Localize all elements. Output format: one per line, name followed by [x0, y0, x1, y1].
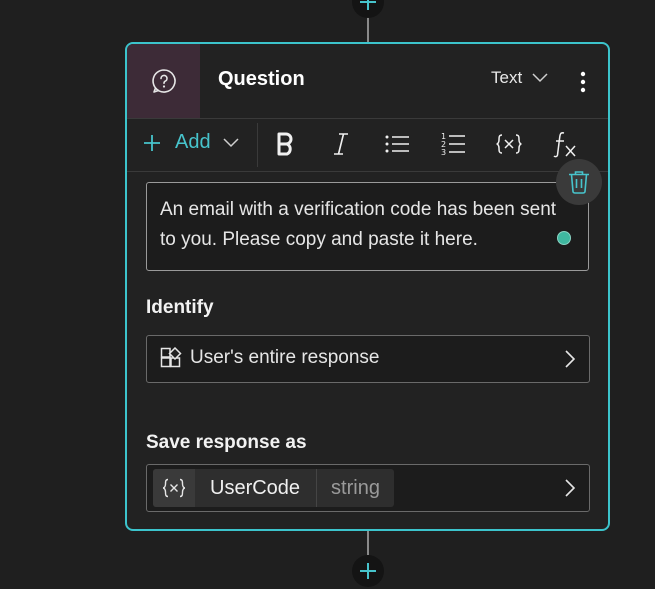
save-response-label: Save response as: [146, 432, 307, 453]
plus-icon: [144, 134, 160, 151]
italic-icon: [334, 133, 348, 155]
chevron-right-icon: [565, 479, 575, 497]
question-circle-icon: [151, 69, 176, 93]
plus-icon: [360, 563, 376, 579]
variable-name: UserCode: [195, 469, 318, 507]
card-header: Question Text: [127, 44, 608, 119]
response-type-select[interactable]: Text: [491, 68, 548, 88]
bullet-list-icon: [385, 135, 409, 153]
add-node-button-top[interactable]: [352, 0, 384, 18]
identify-select[interactable]: User's entire response: [146, 335, 590, 383]
status-indicator: [557, 231, 571, 245]
numbered-list-icon: 1 2 3: [441, 132, 465, 157]
entity-shapes-icon: [160, 347, 182, 368]
message-text: An email with a verification code has be…: [160, 199, 557, 250]
variable-icon: [496, 134, 522, 154]
authoring-canvas: Question Text Add 1 2 3 An email with a …: [0, 0, 655, 589]
response-type-value: Text: [491, 68, 523, 87]
question-node-card[interactable]: Question Text Add 1 2 3 An email with a …: [125, 42, 610, 531]
add-node-button-bottom[interactable]: [352, 555, 384, 587]
bullet-list-button[interactable]: [380, 127, 414, 161]
variable-icon-tile: [153, 469, 195, 507]
connector-line-bottom: [367, 529, 369, 555]
node-title: Question: [218, 68, 305, 90]
formula-icon: [553, 132, 576, 158]
add-label: Add: [175, 131, 211, 153]
plus-icon: [360, 0, 376, 10]
svg-text:3: 3: [441, 148, 446, 157]
toolbar-divider: [257, 123, 258, 167]
message-text-editor[interactable]: An email with a verification code has be…: [146, 182, 589, 271]
bold-button[interactable]: [268, 127, 302, 161]
insert-formula-button[interactable]: [548, 127, 582, 161]
more-vertical-icon: [580, 71, 586, 93]
more-options-button[interactable]: [573, 68, 593, 96]
insert-variable-button[interactable]: [492, 127, 526, 161]
formatting-toolbar: Add 1 2 3: [127, 119, 608, 172]
chevron-down-icon: [532, 73, 548, 83]
trash-icon: [569, 171, 589, 194]
save-response-variable-select[interactable]: UserCode string: [146, 464, 590, 512]
add-content-button[interactable]: Add: [143, 131, 239, 154]
variable-pill: UserCode string: [153, 469, 394, 507]
delete-message-button[interactable]: [556, 159, 602, 205]
variable-type: string: [331, 477, 380, 499]
chevron-right-icon: [565, 350, 575, 368]
identify-label: Identify: [146, 297, 214, 318]
variable-icon: [162, 478, 186, 498]
numbered-list-button[interactable]: 1 2 3: [436, 127, 470, 161]
italic-button[interactable]: [324, 127, 358, 161]
bold-icon: [277, 132, 293, 156]
chevron-down-icon: [223, 137, 239, 147]
identify-value: User's entire response: [190, 347, 380, 368]
question-icon-tile: [127, 44, 200, 118]
